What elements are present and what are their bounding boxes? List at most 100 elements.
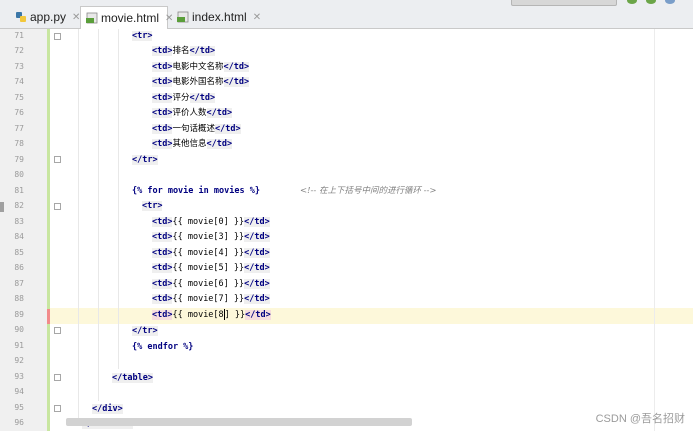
html-tag: <td> <box>152 263 173 273</box>
code-line-85[interactable]: <td>{{ movie[4] }}</td> <box>152 246 270 261</box>
line-number: 88 <box>14 294 24 303</box>
html-tag: </td> <box>244 217 270 227</box>
html-tag: </table> <box>112 373 153 383</box>
code-line-72[interactable]: <td>排名</td> <box>152 44 216 59</box>
line-number: 73 <box>14 62 24 71</box>
indent-guide <box>98 29 99 401</box>
close-icon[interactable]: ✕ <box>253 12 261 23</box>
html-tag: <td> <box>152 217 173 227</box>
code-line-91[interactable]: {% endfor %} <box>132 340 193 355</box>
line-number: 85 <box>14 248 24 257</box>
html-tag: </div> <box>92 404 123 414</box>
line-number: 91 <box>14 341 24 350</box>
line-number: 74 <box>14 77 24 86</box>
fold-column <box>50 29 66 431</box>
fold-toggle[interactable] <box>54 156 61 163</box>
code-comment[interactable]: <!-- 在上下括号中间的进行循环 --> <box>300 184 437 199</box>
tab-app-py[interactable]: app.py ✕ <box>10 6 80 28</box>
line-number-gutter[interactable] <box>0 29 50 431</box>
run-icon[interactable] <box>627 0 637 4</box>
html-tag: </td> <box>244 263 270 273</box>
code-line-71[interactable]: <tr> <box>132 29 153 44</box>
tab-index-html[interactable]: index.html ✕ <box>172 6 261 28</box>
tab-movie-html[interactable]: movie.html ✕ <box>80 6 173 29</box>
code-line-77[interactable]: <td>一句话概述</td> <box>152 122 241 137</box>
code-line-73[interactable]: <td>电影中文名称</td> <box>152 60 250 75</box>
cell-text: {{ movie[8 <box>172 310 224 320</box>
tab-label: index.html <box>192 10 247 24</box>
debug-icon[interactable] <box>646 0 656 4</box>
code-line-84[interactable]: <td>{{ movie[3] }}</td> <box>152 230 270 245</box>
line-number: 83 <box>14 217 24 226</box>
code-line-74[interactable]: <td>电影外国名称</td> <box>152 75 250 90</box>
html-tag: <td> <box>152 77 173 87</box>
cell-text: 排名 <box>172 46 190 56</box>
fold-toggle[interactable] <box>54 203 61 210</box>
code-line-82[interactable]: <tr> <box>142 199 163 214</box>
code-line-89[interactable]: <td>{{ movie[8] }}</td> <box>152 308 271 323</box>
line-number: 81 <box>14 186 24 195</box>
line-number: 86 <box>14 263 24 272</box>
horizontal-scrollbar[interactable] <box>66 418 412 426</box>
cell-text: {{ movie[0] }} <box>172 217 245 227</box>
html-tag: <td> <box>152 124 173 134</box>
fold-toggle[interactable] <box>54 374 61 381</box>
html-tag: <tr> <box>142 201 163 211</box>
line-number: 79 <box>14 155 24 164</box>
html-tag: <td> <box>152 310 173 320</box>
line-number: 96 <box>14 418 24 427</box>
coverage-icon[interactable] <box>665 0 675 4</box>
template-tag: {% endfor %} <box>132 342 194 352</box>
line-number: 89 <box>14 310 24 319</box>
html-tag: <td> <box>152 93 173 103</box>
vcs-error-marker <box>47 309 50 324</box>
html-tag: <td> <box>152 46 173 56</box>
code-line-90[interactable]: </tr> <box>132 324 158 339</box>
cell-text: 一句话概述 <box>172 124 215 134</box>
tab-label: movie.html <box>101 11 160 25</box>
line-number: 75 <box>14 93 24 102</box>
cell-text: 评分 <box>172 93 190 103</box>
code-line-93[interactable]: </table> <box>112 371 153 386</box>
html-tag: </td> <box>189 46 216 56</box>
line-number: 93 <box>14 372 24 381</box>
html-tag: <td> <box>152 108 173 118</box>
cell-text: {{ movie[3] }} <box>172 232 245 242</box>
code-line-87[interactable]: <td>{{ movie[6] }}</td> <box>152 277 270 292</box>
indent-guide <box>78 29 79 418</box>
code-line-88[interactable]: <td>{{ movie[7] }}</td> <box>152 292 270 307</box>
cell-text: ] }} <box>224 310 246 320</box>
fold-toggle[interactable] <box>54 327 61 334</box>
cell-text: {{ movie[7] }} <box>172 294 245 304</box>
html-tag: <td> <box>152 294 173 304</box>
html-tag: <td> <box>152 232 173 242</box>
html-tag: <td> <box>152 139 173 149</box>
line-number: 71 <box>14 31 24 40</box>
line-number: 82 <box>14 201 24 210</box>
code-line-95[interactable]: </div> <box>92 402 123 417</box>
fold-toggle[interactable] <box>54 33 61 40</box>
line-number: 77 <box>14 124 24 133</box>
right-margin-guide <box>654 29 655 431</box>
code-line-86[interactable]: <td>{{ movie[5] }}</td> <box>152 261 270 276</box>
watermark: CSDN @吾名招财 <box>595 413 685 425</box>
fold-toggle[interactable] <box>54 405 61 412</box>
cell-text: 其他信息 <box>172 139 207 149</box>
html-tag: </td> <box>215 124 241 134</box>
code-line-75[interactable]: <td>评分</td> <box>152 91 216 106</box>
line-number: 72 <box>14 46 24 55</box>
html-tag: </td> <box>244 232 270 242</box>
run-config-dropdown[interactable] <box>511 0 617 6</box>
line-number: 78 <box>14 139 24 148</box>
html-tag: </td> <box>223 77 250 87</box>
cell-text: {{ movie[6] }} <box>172 279 245 289</box>
template-tag: {% for movie in movies %} <box>132 186 260 196</box>
html-tag: </td> <box>223 62 250 72</box>
code-line-78[interactable]: <td>其他信息</td> <box>152 137 233 152</box>
html-tag: </td> <box>244 248 270 258</box>
code-line-83[interactable]: <td>{{ movie[0] }}</td> <box>152 215 270 230</box>
code-line-81[interactable]: {% for movie in movies %} <box>132 184 260 199</box>
html-tag: <td> <box>152 248 173 258</box>
code-line-76[interactable]: <td>评价人数</td> <box>152 106 233 121</box>
code-line-79[interactable]: </tr> <box>132 153 158 168</box>
